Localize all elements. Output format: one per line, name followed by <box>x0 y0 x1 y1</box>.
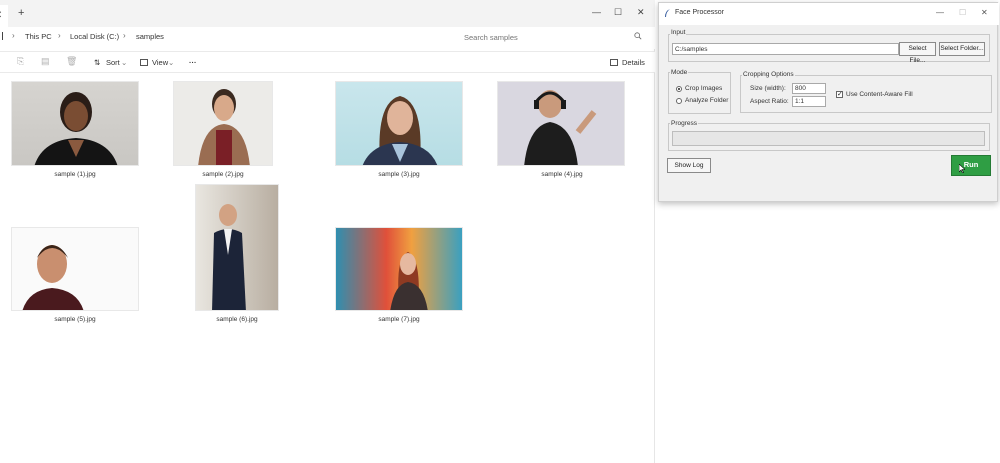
close-button[interactable]: ✕ <box>981 8 988 17</box>
run-button[interactable]: Run <box>951 155 991 176</box>
explorer-tab[interactable]: ✕ <box>0 5 8 27</box>
cropping-options-label: Cropping Options <box>742 71 795 78</box>
photo-woman-black-blazer <box>34 92 118 165</box>
breadcrumb-local-disk[interactable]: Local Disk (C:) <box>70 32 119 41</box>
aspect-ratio-field[interactable] <box>792 96 826 107</box>
input-group-label: Input <box>670 29 687 36</box>
chevron-right-icon: › <box>12 31 15 40</box>
minimize-button[interactable]: — <box>936 8 944 17</box>
chevron-right-icon: › <box>58 31 61 40</box>
chevron-down-icon: ⌄ <box>121 58 128 67</box>
content-aware-fill-checkbox[interactable]: ✓ <box>836 91 843 98</box>
file-thumbnail[interactable] <box>497 81 625 166</box>
photo-man-headphones <box>524 90 597 165</box>
search-input[interactable] <box>458 30 648 45</box>
window-title: Face Processor <box>675 9 725 16</box>
breadcrumb-samples[interactable]: samples <box>136 32 164 41</box>
mode-group-label: Mode <box>670 69 689 76</box>
monitor-icon <box>0 32 3 40</box>
details-pane-icon <box>610 59 618 66</box>
analyze-folder-label[interactable]: Analyze Folder <box>685 97 728 104</box>
feather-icon <box>665 9 670 17</box>
minimize-button[interactable]: — <box>592 7 601 17</box>
sort-icon: ⇅ <box>94 58 101 67</box>
progress-bar <box>672 131 985 146</box>
close-button[interactable]: ✕ <box>637 7 645 18</box>
maximize-button[interactable]: ☐ <box>959 8 966 17</box>
show-log-button[interactable]: Show Log <box>667 158 711 173</box>
tab-bar <box>0 0 655 27</box>
search-icon[interactable] <box>634 32 642 40</box>
aspect-ratio-label: Aspect Ratio: <box>750 98 789 105</box>
more-options-button[interactable]: ··· <box>189 58 197 67</box>
view-button[interactable]: View <box>152 58 168 67</box>
details-button[interactable]: Details <box>622 58 645 67</box>
photo-woman-red-hair <box>390 252 428 310</box>
photo-smiling-man <box>22 245 84 310</box>
chevron-down-icon: ⌄ <box>168 58 175 67</box>
photo-woman-denim <box>362 96 438 165</box>
size-width-field[interactable] <box>792 83 826 94</box>
file-name[interactable]: sample (4).jpg <box>497 171 627 178</box>
file-thumbnail[interactable] <box>11 227 139 311</box>
new-tab-button[interactable]: + <box>18 7 24 19</box>
crop-images-label[interactable]: Crop Images <box>685 85 722 92</box>
paste-icon[interactable]: ▤ <box>41 56 50 67</box>
delete-icon[interactable]: 🗑 <box>66 56 77 67</box>
file-thumbnail[interactable] <box>173 81 273 166</box>
file-name[interactable]: sample (5).jpg <box>10 316 140 323</box>
chevron-right-icon: › <box>123 31 126 40</box>
progress-group-label: Progress <box>670 120 699 127</box>
input-path-field[interactable] <box>672 43 899 55</box>
maximize-button[interactable]: ☐ <box>614 7 622 18</box>
crop-images-radio[interactable] <box>676 86 682 92</box>
file-thumbnail[interactable] <box>11 81 139 166</box>
photo-man-brown-jacket <box>198 89 250 165</box>
file-name[interactable]: sample (2).jpg <box>158 171 288 178</box>
copy-icon[interactable]: ⎘ <box>17 56 24 67</box>
file-explorer-window: ✕ + — ☐ ✕ › This PC › Local Disk (C:) › … <box>0 0 655 463</box>
content-aware-fill-label[interactable]: Use Content-Aware Fill <box>846 91 913 98</box>
file-name[interactable]: sample (1).jpg <box>10 171 140 178</box>
file-name[interactable]: sample (7).jpg <box>334 316 464 323</box>
file-thumbnail[interactable] <box>335 81 463 166</box>
breadcrumb-this-pc[interactable]: This PC <box>25 32 52 41</box>
sort-button[interactable]: Sort <box>106 58 120 67</box>
view-icon <box>140 59 148 66</box>
select-file-button[interactable]: Select File... <box>899 42 936 64</box>
mouse-cursor-icon <box>959 164 965 173</box>
size-width-label: Size (width): <box>750 85 786 92</box>
file-name[interactable]: sample (6).jpg <box>172 316 302 323</box>
face-processor-window: Face Processor — ☐ ✕ Input Select File..… <box>658 2 999 202</box>
select-folder-button[interactable]: Select Folder... <box>939 42 985 56</box>
mode-group <box>668 72 731 114</box>
file-name[interactable]: sample (3).jpg <box>334 171 464 178</box>
analyze-folder-radio[interactable] <box>676 98 682 104</box>
file-thumbnail[interactable] <box>195 184 279 311</box>
photo-man-suit <box>212 204 246 310</box>
file-thumbnail[interactable] <box>335 227 463 311</box>
